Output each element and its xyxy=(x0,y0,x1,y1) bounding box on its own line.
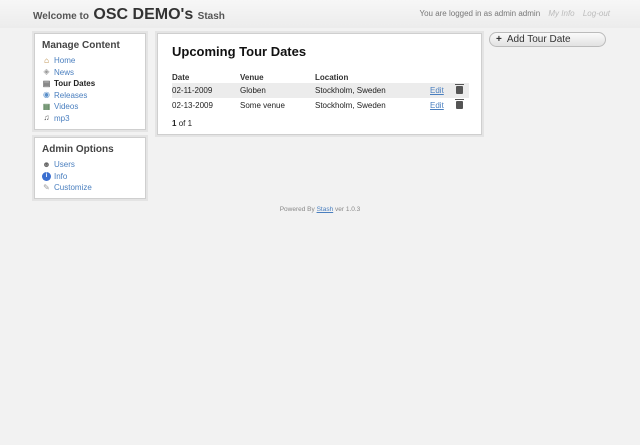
add-tour-date-button[interactable]: + Add Tour Date xyxy=(489,32,606,47)
nav-item-label: News xyxy=(54,67,75,77)
site-name: OSC DEMO's xyxy=(93,6,194,23)
admin-options-title: Admin Options xyxy=(42,144,114,155)
info-icon: i xyxy=(42,171,51,181)
nav-item-label: Customize xyxy=(54,183,92,193)
column-header-date: Date xyxy=(172,72,190,82)
nav-item-label: Home xyxy=(54,56,76,66)
column-header-delete xyxy=(456,71,469,83)
footer-version: ver 1.0.3 xyxy=(335,206,361,213)
my-info-link[interactable]: My Info xyxy=(548,9,574,18)
nav-item-label: Videos xyxy=(54,102,79,112)
welcome-prefix: Welcome to xyxy=(33,11,89,22)
column-header-venue: Venue xyxy=(240,72,264,82)
edit-link[interactable]: Edit xyxy=(430,86,444,95)
music-note-icon: ♫ xyxy=(43,113,50,123)
trash-icon[interactable] xyxy=(455,98,464,109)
plus-icon: + xyxy=(496,34,502,45)
add-tour-date-label: Add Tour Date xyxy=(506,34,571,45)
logout-link[interactable]: Log-out xyxy=(583,9,610,18)
cell-location: Stockholm, Sweden xyxy=(315,101,386,110)
manage-content-title: Manage Content xyxy=(42,40,120,51)
cell-venue: Some venue xyxy=(240,101,285,110)
header-bar: Welcome to OSC DEMO's Stash You are logg… xyxy=(0,0,640,28)
cell-edit: Edit xyxy=(430,83,456,98)
nav-item-tour-dates[interactable]: ▤ Tour Dates xyxy=(42,78,139,90)
nav-item-videos[interactable]: ▦ Videos xyxy=(42,101,139,113)
film-icon: ▦ xyxy=(42,101,51,111)
nav-item-label: Users xyxy=(54,160,75,170)
stash-link[interactable]: Stash xyxy=(317,206,334,213)
user-bar: You are logged in as admin admin My Info… xyxy=(419,9,610,18)
table-header-row: Date Venue Location xyxy=(172,71,469,83)
admin-options-box: Admin Options ☻ Users i Info ✎ Customize xyxy=(34,137,146,199)
cell-date: 02-11-2009 xyxy=(172,83,240,98)
nav-item-label: Info xyxy=(54,171,68,181)
pagination: 1 of 1 xyxy=(172,119,467,128)
nav-item-label: Releases xyxy=(54,90,88,100)
nav-item-label: Tour Dates xyxy=(54,79,96,89)
nav-item-news[interactable]: ◈ News xyxy=(42,67,139,79)
footer-prefix: Powered By xyxy=(279,206,315,213)
pager-current-page[interactable]: 1 xyxy=(172,119,176,128)
nav-item-releases[interactable]: ◉ Releases xyxy=(42,90,139,102)
site-title: Welcome to OSC DEMO's Stash xyxy=(33,6,225,24)
table-row: 02-13-2009 Some venue Stockholm, Sweden … xyxy=(172,98,469,113)
edit-link[interactable]: Edit xyxy=(430,101,444,110)
cell-location: Stockholm, Sweden xyxy=(315,83,430,98)
tour-dates-panel: Upcoming Tour Dates Date Venue Location … xyxy=(157,33,482,135)
pager-total: of 1 xyxy=(178,119,193,128)
nav-item-mp3[interactable]: ♫ mp3 xyxy=(42,113,139,125)
cell-edit: Edit xyxy=(430,98,456,113)
tag-icon: ◈ xyxy=(43,67,50,77)
nav-item-customize[interactable]: ✎ Customize xyxy=(42,182,139,194)
manage-content-box: Manage Content ⌂ Home ◈ News ▤ Tour Date… xyxy=(34,33,146,130)
tour-dates-table: Date Venue Location 02-11-2009 Globen St… xyxy=(172,71,469,113)
cell-delete xyxy=(455,98,469,113)
table-row: 02-11-2009 Globen Stockholm, Sweden Edit xyxy=(172,83,469,98)
nav-item-label: mp3 xyxy=(54,113,70,123)
disc-icon: ◉ xyxy=(43,90,50,100)
cell-venue: Globen xyxy=(240,83,315,98)
cell-delete xyxy=(455,83,469,98)
column-header-location: Location xyxy=(315,72,349,82)
nav-item-home[interactable]: ⌂ Home xyxy=(42,55,139,67)
cell-date: 02-13-2009 xyxy=(172,101,213,110)
customize-icon: ✎ xyxy=(43,182,50,192)
column-header-edit xyxy=(430,71,456,83)
user-icon: ☻ xyxy=(42,159,51,169)
trash-icon[interactable] xyxy=(455,83,464,94)
nav-item-info[interactable]: i Info xyxy=(42,171,139,183)
calendar-icon: ▤ xyxy=(42,78,51,88)
page-title: Upcoming Tour Dates xyxy=(172,44,307,59)
login-status: You are logged in as admin admin xyxy=(419,9,541,18)
site-suffix: Stash xyxy=(197,11,225,22)
footer: Powered By Stash ver 1.0.3 xyxy=(0,206,640,213)
home-icon: ⌂ xyxy=(44,55,49,65)
nav-item-users[interactable]: ☻ Users xyxy=(42,159,139,171)
